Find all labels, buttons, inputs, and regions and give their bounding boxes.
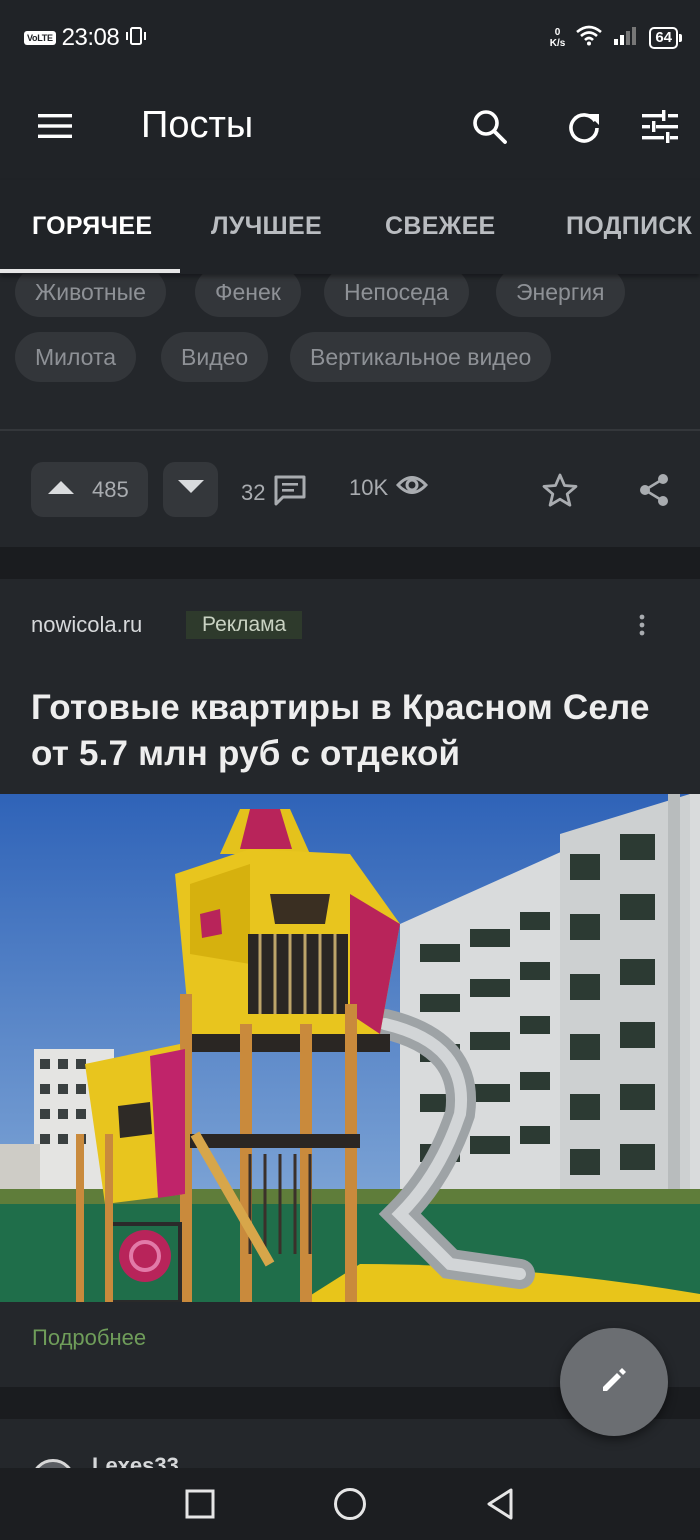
feed-separator (0, 547, 700, 579)
comment-icon (273, 474, 307, 512)
tag-chip[interactable]: Милота (15, 332, 137, 382)
views-count: 10K (349, 475, 389, 500)
ad-image[interactable] (0, 794, 700, 1302)
pencil-icon (599, 1365, 629, 1400)
read-more-link[interactable]: Подробнее (32, 1325, 146, 1351)
downvote-button[interactable] (163, 462, 218, 517)
tag-chip[interactable]: Видео (161, 332, 269, 382)
vibrate-icon (125, 26, 147, 51)
search-icon[interactable] (470, 107, 510, 147)
comments-count: 32 (241, 480, 266, 505)
arrow-down-icon (176, 478, 206, 501)
hamburger-menu-icon[interactable] (36, 110, 74, 142)
tag-chip[interactable]: Фенек (195, 274, 301, 317)
status-bar: VoLTE 23:08 0 K/s 64 (0, 0, 700, 76)
battery-indicator: 64 (649, 26, 682, 49)
post-tags: Животные Фенек Непоседа Энергия Милота В… (0, 274, 700, 430)
more-vert-icon[interactable] (630, 613, 654, 637)
tab-best[interactable]: ЛУЧШЕЕ (211, 212, 322, 241)
arrow-up-icon (46, 478, 76, 501)
tab-hot[interactable]: ГОРЯЧЕЕ (32, 212, 152, 241)
feed-tabs: ГОРЯЧЕЕ ЛУЧШЕЕ СВЕЖЕЕ ПОДПИСК (0, 180, 700, 274)
back-icon[interactable] (480, 1486, 520, 1522)
comments-button[interactable]: 32 (241, 474, 307, 512)
tag-chip[interactable]: Животные (15, 274, 166, 317)
wifi-icon (575, 24, 603, 51)
tag-chip[interactable]: Непоседа (324, 274, 469, 317)
views-counter: 10K (349, 474, 429, 502)
star-icon[interactable] (541, 472, 579, 508)
active-tab-indicator (0, 269, 180, 273)
system-nav-bar (0, 1468, 700, 1540)
upvote-button[interactable]: 485 (31, 462, 148, 517)
refresh-icon[interactable] (564, 107, 604, 147)
recent-apps-icon[interactable] (180, 1486, 220, 1522)
tag-chip[interactable]: Энергия (496, 274, 625, 317)
tag-chip[interactable]: Вертикальное видео (290, 332, 552, 382)
tune-icon[interactable] (640, 107, 680, 147)
clock: 23:08 (61, 24, 120, 51)
tab-subscriptions[interactable]: ПОДПИСК (566, 212, 692, 241)
ad-card: nowicola.ru Реклама Готовые квартиры в К… (0, 579, 700, 1387)
net-speed: 0 K/s (549, 26, 566, 49)
home-icon[interactable] (330, 1486, 370, 1522)
tab-fresh[interactable]: СВЕЖЕЕ (385, 212, 496, 241)
rating-count: 485 (92, 476, 129, 502)
share-icon[interactable] (636, 472, 672, 508)
post-author[interactable]: Lexes33 (92, 1453, 179, 1469)
signal-icon (613, 25, 639, 50)
ad-badge: Реклама (186, 611, 303, 639)
create-post-button[interactable] (560, 1328, 668, 1436)
page-title: Посты (141, 104, 254, 146)
volte-indicator: VoLTE (24, 31, 56, 45)
post-actions: 485 32 10K (0, 431, 700, 547)
eye-icon (396, 474, 429, 502)
ad-title[interactable]: Готовые квартиры в Красном Селе от 5.7 м… (31, 685, 651, 777)
ad-source[interactable]: nowicola.ru (31, 612, 142, 638)
app-bar: Посты (0, 76, 700, 180)
